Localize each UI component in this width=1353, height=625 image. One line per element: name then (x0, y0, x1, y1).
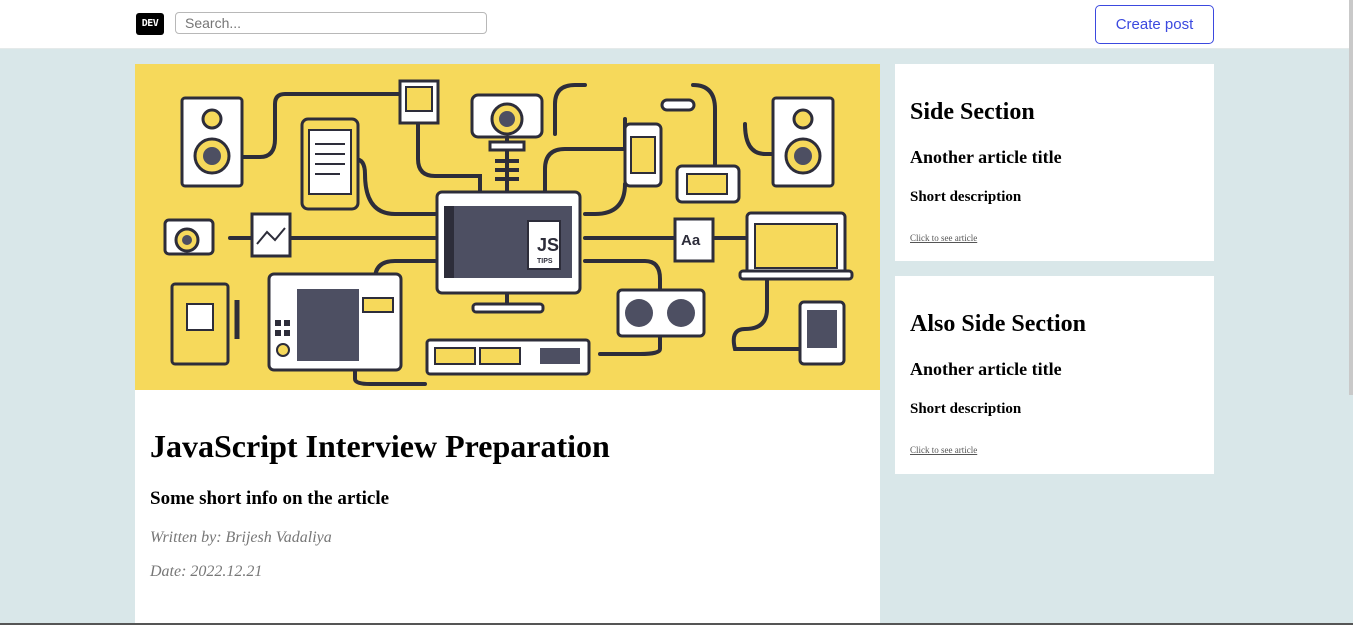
article-subtitle: Some short info on the article (150, 488, 390, 509)
main-article-card: JS TIPS Aa JavaScript Interview Preparat… (135, 64, 880, 625)
article-date: Date: 2022.12.21 (150, 563, 263, 580)
article-author: Written by: Brijesh Vadaliya (150, 529, 332, 546)
side-article-title: Another article title (910, 147, 1062, 167)
side-article-link[interactable]: Click to see article (910, 445, 977, 455)
font-sample: Aa (681, 232, 701, 249)
side-section-heading: Also Side Section (910, 311, 1087, 337)
side-card-1: Side Section Another article title Short… (895, 64, 1214, 261)
side-article-description: Short description (910, 189, 1022, 205)
side-article-link[interactable]: Click to see article (910, 233, 977, 243)
side-article-title: Another article title (910, 359, 1062, 379)
search-input[interactable] (175, 12, 487, 34)
dev-logo[interactable]: DEV (136, 13, 164, 35)
scrollbar[interactable] (1349, 0, 1353, 395)
gadgets-illustration: JS TIPS Aa (163, 79, 854, 386)
article-title: JavaScript Interview Preparation (150, 428, 610, 464)
side-article-description: Short description (910, 401, 1022, 417)
cover-image: JS TIPS Aa (135, 64, 880, 390)
side-section-heading: Side Section (910, 99, 1035, 125)
side-card-2: Also Side Section Another article title … (895, 276, 1214, 474)
tips-badge: TIPS (537, 258, 553, 265)
create-post-button[interactable]: Create post (1095, 5, 1214, 44)
top-navbar: DEV Create post (0, 0, 1353, 49)
js-badge: JS (537, 235, 559, 255)
